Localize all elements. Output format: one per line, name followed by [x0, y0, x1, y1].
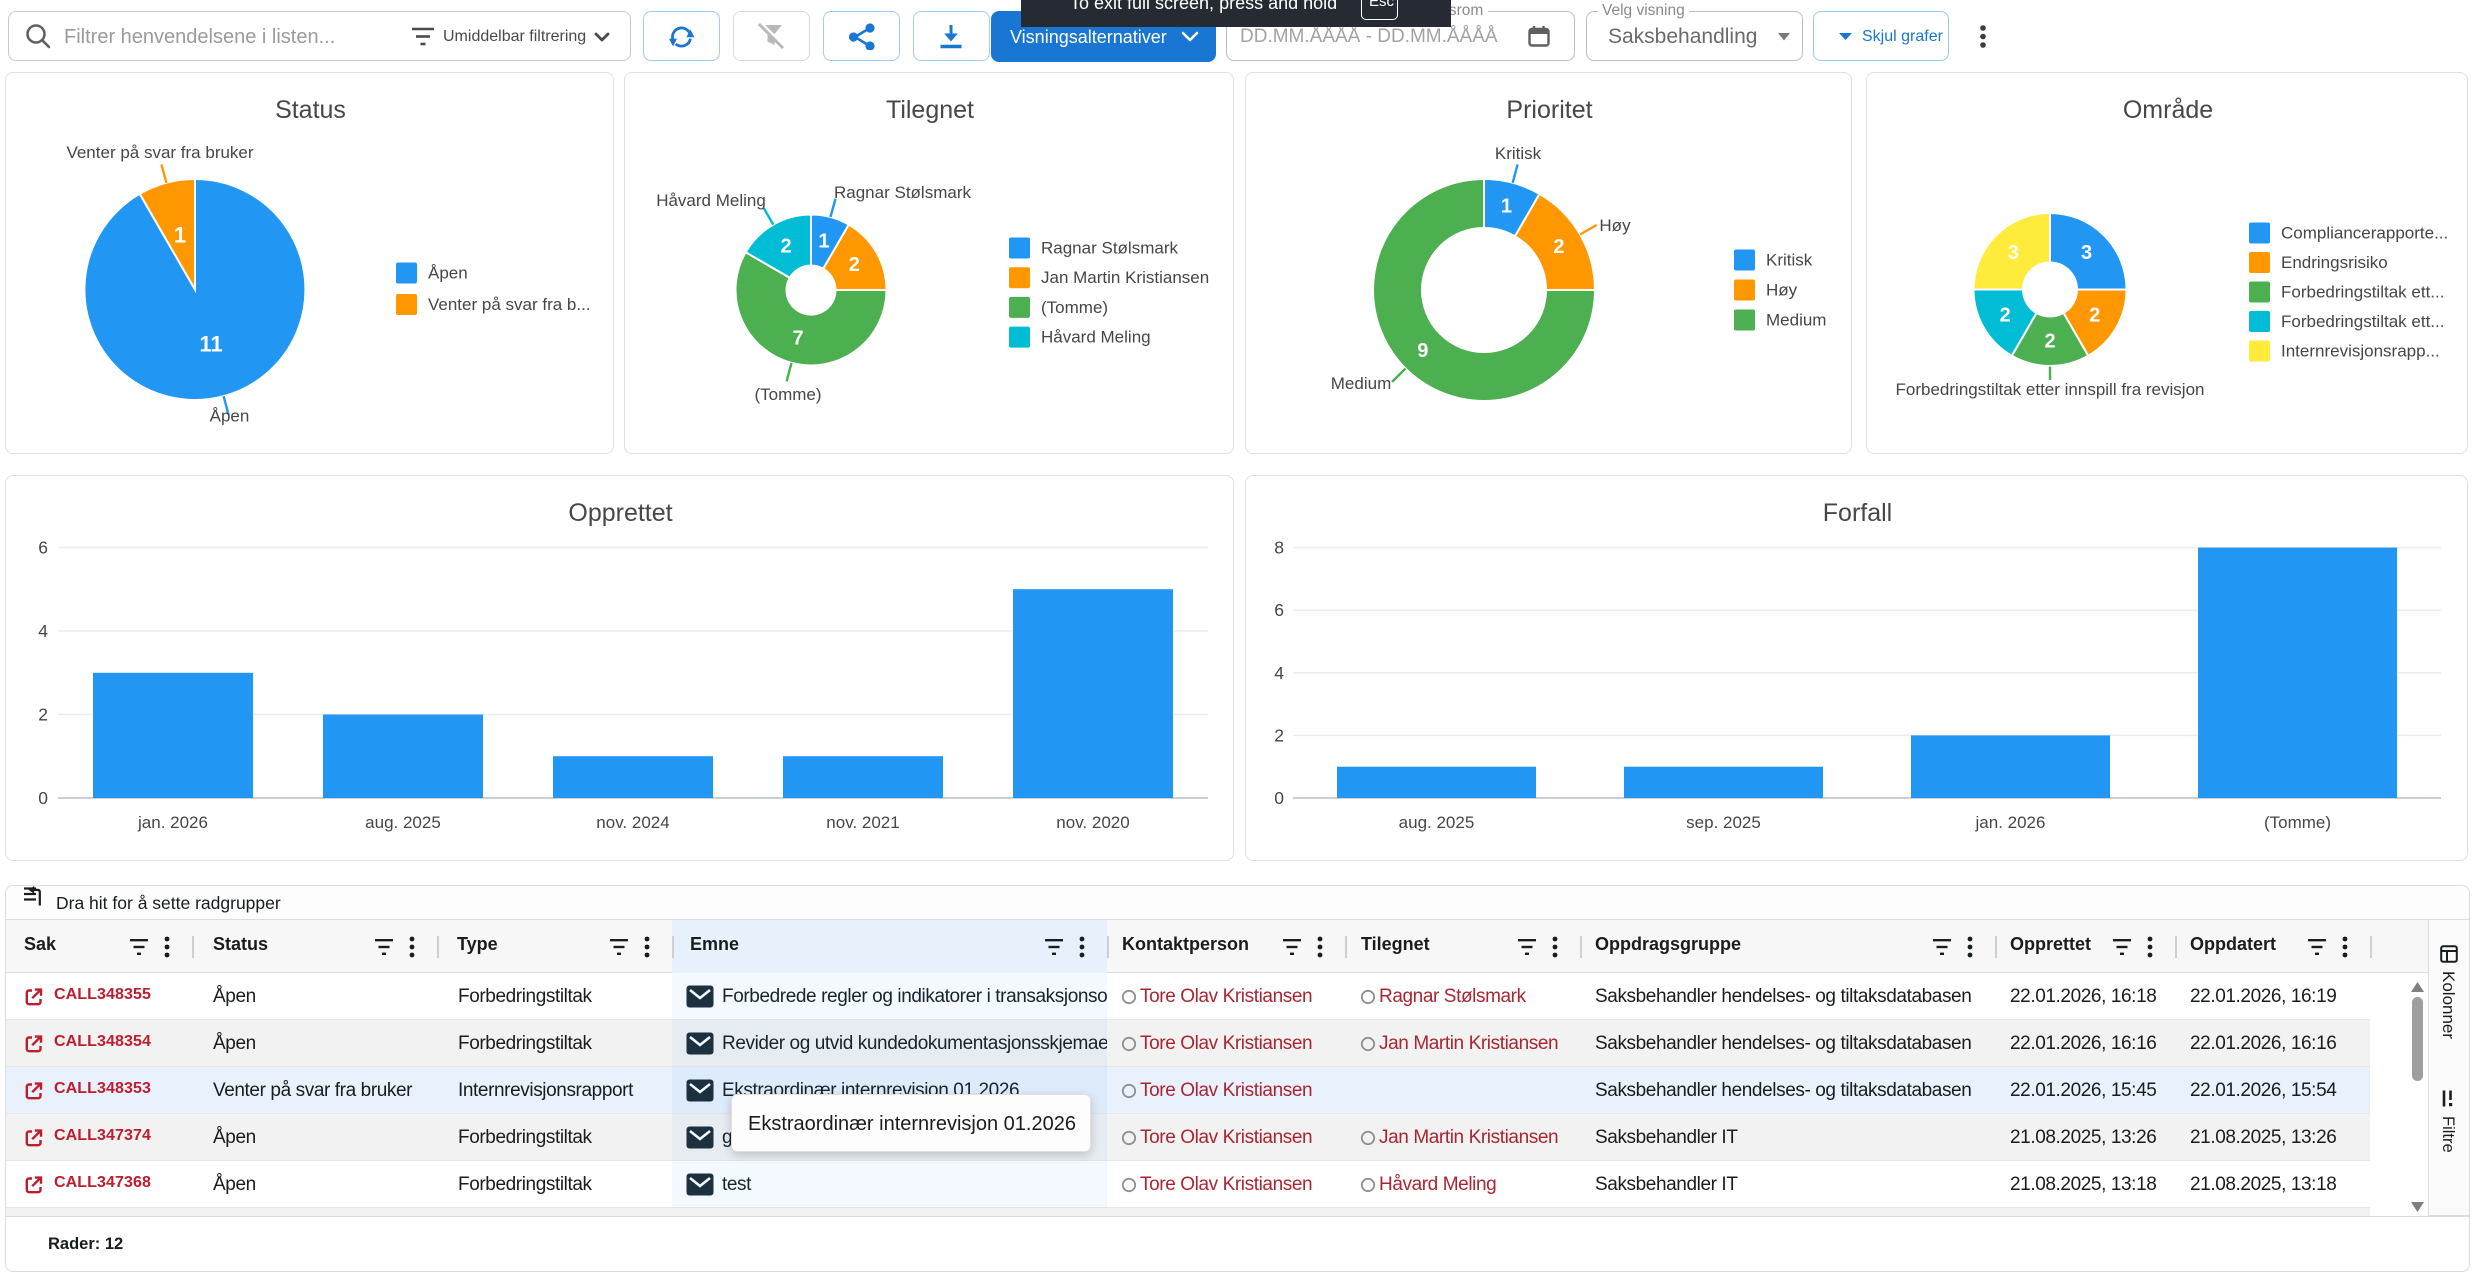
svg-text:Håvard Meling: Håvard Meling — [656, 191, 766, 210]
svg-text:Forbedringstiltak ett...: Forbedringstiltak ett... — [2281, 312, 2444, 331]
svg-text:Forbedringstiltak etter innspi: Forbedringstiltak etter innspill fra rev… — [1896, 380, 2205, 399]
svg-text:Høy: Høy — [1599, 216, 1631, 235]
svg-text:Forfall: Forfall — [1823, 499, 1892, 527]
svg-text:Tilegnet: Tilegnet — [886, 96, 974, 124]
svg-text:2: 2 — [38, 705, 48, 725]
svg-text:Venter på svar fra bruker: Venter på svar fra bruker — [66, 143, 253, 162]
svg-text:1: 1 — [174, 223, 186, 248]
svg-text:Compliancerapporte...: Compliancerapporte... — [2281, 224, 2448, 243]
svg-text:aug. 2025: aug. 2025 — [365, 813, 441, 832]
svg-text:0: 0 — [1274, 788, 1284, 808]
svg-text:2: 2 — [2044, 330, 2055, 352]
svg-text:Opprettet: Opprettet — [568, 499, 672, 527]
svg-text:4: 4 — [1274, 663, 1284, 683]
svg-text:0: 0 — [38, 788, 48, 808]
svg-text:Endringsrisiko: Endringsrisiko — [2281, 253, 2388, 272]
svg-text:4: 4 — [38, 621, 48, 641]
svg-text:sep. 2025: sep. 2025 — [1686, 813, 1761, 832]
svg-text:nov. 2020: nov. 2020 — [1056, 813, 1129, 832]
svg-text:2: 2 — [849, 254, 860, 276]
svg-text:2: 2 — [2089, 304, 2100, 326]
svg-text:jan. 2026: jan. 2026 — [137, 813, 208, 832]
svg-text:9: 9 — [1417, 340, 1428, 362]
svg-text:Medium: Medium — [1766, 311, 1826, 330]
svg-text:(Tomme): (Tomme) — [1041, 298, 1108, 317]
svg-text:Åpen: Åpen — [428, 264, 468, 283]
svg-text:Forbedringstiltak ett...: Forbedringstiltak ett... — [2281, 283, 2444, 302]
svg-text:Høy: Høy — [1766, 281, 1798, 300]
svg-text:Ragnar Stølsmark: Ragnar Stølsmark — [1041, 239, 1178, 258]
svg-text:2: 2 — [1553, 236, 1564, 258]
svg-text:Venter på svar fra b...: Venter på svar fra b... — [428, 295, 591, 314]
svg-text:Håvard Meling: Håvard Meling — [1041, 328, 1151, 347]
svg-text:3: 3 — [2081, 242, 2092, 264]
svg-text:Status: Status — [275, 96, 346, 124]
svg-text:aug. 2025: aug. 2025 — [1399, 813, 1475, 832]
svg-text:Ragnar Stølsmark: Ragnar Stølsmark — [834, 183, 971, 202]
svg-text:2: 2 — [1274, 725, 1284, 745]
svg-text:Prioritet: Prioritet — [1506, 96, 1592, 124]
svg-text:Medium: Medium — [1331, 374, 1391, 393]
svg-text:1: 1 — [1501, 195, 1512, 217]
svg-text:1: 1 — [818, 231, 829, 253]
svg-text:(Tomme): (Tomme) — [2264, 813, 2331, 832]
svg-text:Kritisk: Kritisk — [1766, 251, 1813, 270]
svg-text:nov. 2024: nov. 2024 — [596, 813, 669, 832]
svg-text:6: 6 — [1274, 600, 1284, 620]
svg-text:2: 2 — [2000, 304, 2011, 326]
svg-text:Område: Område — [2123, 96, 2213, 124]
svg-text:2: 2 — [780, 236, 791, 258]
svg-text:6: 6 — [38, 538, 48, 558]
svg-text:Kritisk: Kritisk — [1495, 144, 1542, 163]
svg-text:3: 3 — [2008, 242, 2019, 264]
svg-text:(Tomme): (Tomme) — [754, 385, 821, 404]
svg-text:7: 7 — [792, 327, 803, 349]
svg-text:Åpen: Åpen — [210, 407, 250, 426]
svg-text:nov. 2021: nov. 2021 — [826, 813, 899, 832]
svg-text:11: 11 — [199, 332, 222, 357]
svg-text:8: 8 — [1274, 538, 1284, 558]
svg-text:jan. 2026: jan. 2026 — [1975, 813, 2046, 832]
svg-text:Jan Martin Kristiansen: Jan Martin Kristiansen — [1041, 268, 1209, 287]
svg-text:Internrevisjonsrapp...: Internrevisjonsrapp... — [2281, 342, 2440, 361]
